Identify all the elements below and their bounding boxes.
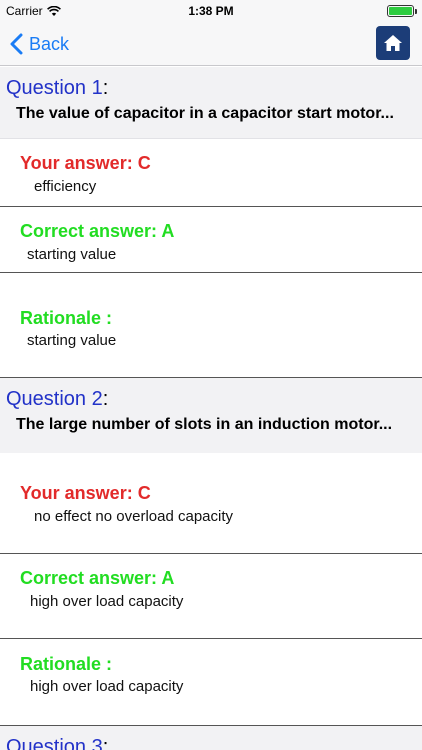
home-button[interactable] xyxy=(376,26,410,60)
rationale-label: Rationale : xyxy=(20,308,113,328)
correct-answer-value: high over load capacity xyxy=(30,593,184,610)
correct-answer-value: starting value xyxy=(27,246,117,263)
question-1-label: Question 1 xyxy=(6,77,103,99)
your-answer-label: Your answer: C xyxy=(20,153,151,173)
question-2-label: Question 2 xyxy=(6,388,103,410)
question-1-header: Question 1: The value of capacitor in a … xyxy=(0,67,422,139)
question-1-title: Question 1: xyxy=(6,77,109,99)
question-3-header: Question 3: xyxy=(0,726,422,750)
your-answer-label: Your answer: C xyxy=(20,483,151,503)
question-3-title: Question 3: xyxy=(6,736,108,750)
question-2-text: The large number of slots in an inductio… xyxy=(16,416,393,433)
correct-answer-label: Correct answer: A xyxy=(20,568,175,588)
your-answer-value: no effect no overload capacity xyxy=(34,508,234,525)
status-time: 1:38 PM xyxy=(188,4,234,18)
question-1-text: The value of capacitor in a capacitor st… xyxy=(16,105,394,122)
rationale-value: starting value xyxy=(27,332,117,349)
battery-fill xyxy=(389,7,412,15)
back-button[interactable]: Back xyxy=(10,30,69,58)
question-1-your-answer-row[interactable]: Your answer: C efficiency xyxy=(0,139,422,207)
question-2-rationale-row[interactable]: Rationale : high over load capacity xyxy=(0,639,422,726)
back-label: Back xyxy=(29,33,70,54)
question-1-correct-answer-row[interactable]: Correct answer: A starting value xyxy=(0,207,422,273)
home-icon xyxy=(384,35,402,51)
question-2-title: Question 2: xyxy=(6,388,109,410)
status-bar: Carrier 1:38 PM xyxy=(0,0,422,22)
chevron-left-icon xyxy=(10,33,23,55)
correct-answer-label: Correct answer: A xyxy=(20,221,175,241)
nav-bar: Back xyxy=(0,22,422,66)
question-2-header: Question 2: The large number of slots in… xyxy=(0,378,422,453)
question-3-label: Question 3 xyxy=(6,736,103,750)
question-1-rationale-row[interactable]: Rationale : starting value xyxy=(0,273,422,378)
rationale-label: Rationale : xyxy=(20,654,113,674)
question-2-correct-answer-row[interactable]: Correct answer: A high over load capacit… xyxy=(0,554,422,639)
question-2-your-answer-row[interactable]: Your answer: C no effect no overload cap… xyxy=(0,453,422,554)
rationale-value: high over load capacity xyxy=(30,678,184,695)
battery-icon xyxy=(387,5,417,17)
your-answer-value: efficiency xyxy=(34,178,97,195)
